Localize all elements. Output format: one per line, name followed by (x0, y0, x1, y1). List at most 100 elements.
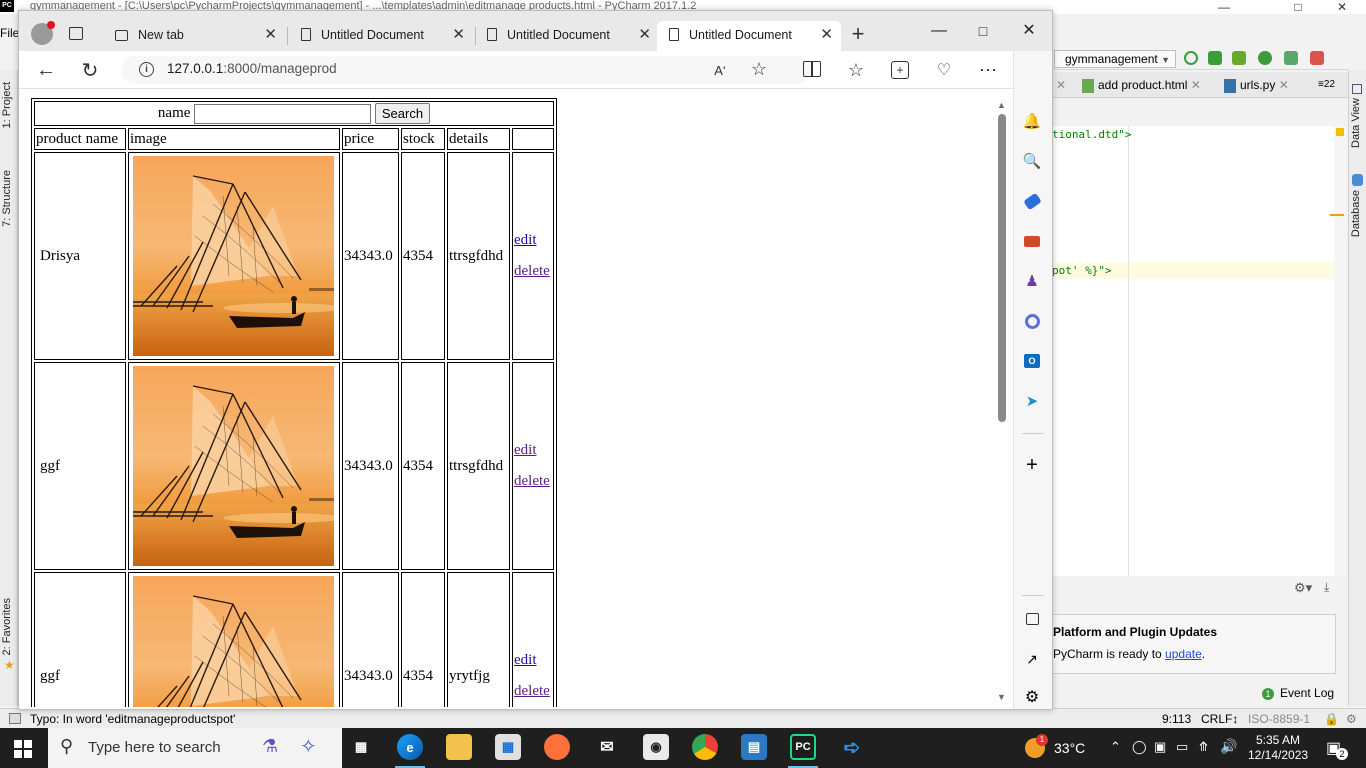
read-aloud-icon[interactable]: A‘ (711, 61, 729, 79)
database-tool-button[interactable]: Database (1350, 190, 1362, 237)
run-config-select[interactable]: gymmanagement ▼ (1054, 50, 1176, 68)
edge-close-button[interactable]: ✕ (1009, 17, 1049, 45)
feather-app-icon[interactable]: ➪ (839, 734, 865, 760)
tray-app-icon[interactable]: ◯ (1132, 739, 1147, 755)
microsoft-365-icon[interactable] (1022, 311, 1042, 331)
favorites-tool-button[interactable]: 2: Favorites (1, 598, 13, 655)
windows-start-icon[interactable] (14, 740, 32, 758)
editor-tab-add-product[interactable]: add product.html ✕ (1082, 76, 1201, 96)
hide-sidebar-icon[interactable] (1022, 609, 1042, 629)
clock[interactable]: 5:35 AM 12/14/2023 (1248, 733, 1308, 763)
close-tab-icon[interactable]: ✕ (264, 21, 277, 49)
close-tab-icon[interactable]: ✕ (820, 21, 833, 49)
search-button[interactable]: Search (374, 103, 431, 124)
code-editor[interactable]: tional.dtd"> pot' %}"> (1052, 126, 1334, 576)
data-view-tool-button[interactable]: Data View (1350, 98, 1362, 148)
back-arrow-icon[interactable]: ← (35, 59, 57, 81)
external-link-icon[interactable]: ↗ (1022, 649, 1042, 669)
profile-avatar-icon[interactable] (31, 21, 55, 45)
weather-temperature[interactable]: 33°C (1054, 740, 1085, 756)
more-options-icon[interactable]: ⋯ (977, 59, 999, 81)
chrome-icon[interactable] (692, 734, 718, 760)
sidebar-settings-gear-icon[interactable]: ⚙ (1022, 687, 1042, 707)
browser-tab-untitled-active[interactable]: Untitled Document ✕ (657, 21, 841, 51)
gear-icon[interactable]: ⚙▾ (1294, 580, 1312, 596)
site-info-icon[interactable]: i (139, 62, 154, 77)
task-view-icon[interactable]: ▦ (348, 734, 374, 760)
favorite-star-icon[interactable]: ☆ (749, 59, 769, 79)
chevron-up-icon[interactable]: ⌃ (1110, 739, 1121, 755)
hide-panel-icon[interactable]: ⤓ (1324, 580, 1329, 595)
close-icon[interactable]: ✕ (1191, 78, 1201, 92)
step-icon[interactable] (1284, 51, 1298, 65)
games-icon[interactable]: ♟ (1022, 271, 1042, 291)
browser-tab-untitled-2[interactable]: Untitled Document ✕ (475, 21, 659, 51)
scroll-up-icon[interactable]: ▲ (997, 100, 1006, 110)
taskbar-search-box[interactable]: ⚲ Type here to search ⚗ ✧ (48, 728, 342, 768)
microsoft-store-icon[interactable]: ▦ (495, 734, 521, 760)
notifications-bell-icon[interactable]: 🔔 (1022, 111, 1042, 131)
caret-position[interactable]: 9:113 (1162, 712, 1191, 726)
project-tool-button[interactable]: 1: Project (1, 82, 13, 128)
split-screen-icon[interactable] (803, 61, 821, 77)
editor-scrollbar[interactable] (1330, 126, 1346, 576)
edge-taskbar-icon[interactable]: e (397, 734, 423, 760)
pycharm-minimize-button[interactable]: — (1212, 0, 1236, 14)
debug-icon[interactable] (1208, 51, 1222, 65)
edit-link[interactable]: edit (514, 232, 552, 249)
coverage-icon[interactable] (1232, 51, 1246, 65)
delete-link[interactable]: delete (514, 263, 552, 280)
close-tab-icon[interactable]: ✕ (452, 21, 465, 49)
page-scrollbar[interactable]: ▲ ▼ (995, 98, 1009, 707)
edge-maximize-button[interactable]: □ (963, 17, 1003, 45)
pycharm-close-button[interactable]: ✕ (1330, 0, 1354, 14)
file-encoding[interactable]: ISO-8859-1 (1248, 712, 1310, 726)
delete-link[interactable]: delete (514, 473, 552, 490)
refresh-icon[interactable]: ↻ (79, 59, 101, 82)
lock-icon[interactable]: 🔒 (1324, 712, 1339, 726)
wifi-icon[interactable]: ⤊ (1198, 739, 1209, 755)
edit-link[interactable]: edit (514, 652, 552, 669)
close-tab-icon[interactable]: ✕ (638, 21, 651, 49)
camera-icon[interactable]: ◉ (643, 734, 669, 760)
pycharm-menu-file[interactable]: File (0, 26, 18, 43)
scroll-down-icon[interactable]: ▼ (997, 692, 1006, 702)
stop-icon[interactable] (1310, 51, 1324, 65)
line-separator[interactable]: CRLF↕ (1201, 712, 1238, 726)
browser-tab-untitled-1[interactable]: Untitled Document ✕ (289, 21, 473, 51)
tab-actions-icon[interactable] (69, 27, 83, 40)
tab-close-icon[interactable]: ✕ (1056, 76, 1066, 96)
edit-link[interactable]: edit (514, 442, 552, 459)
structure-tool-button[interactable]: 7: Structure (1, 170, 13, 227)
scrollbar-thumb[interactable] (998, 114, 1006, 422)
drop-send-icon[interactable]: ➤ (1022, 391, 1042, 411)
shopping-tag-icon[interactable] (1022, 191, 1042, 211)
firefox-icon[interactable] (544, 734, 570, 760)
update-link[interactable]: update (1165, 647, 1202, 661)
delete-link[interactable]: delete (514, 683, 552, 700)
word-app-icon[interactable]: ▤ (741, 734, 767, 760)
file-explorer-icon[interactable] (446, 734, 472, 760)
pycharm-maximize-button[interactable]: □ (1286, 0, 1310, 14)
collections-icon[interactable]: + (891, 61, 909, 79)
pycharm-taskbar-icon[interactable]: PC (790, 734, 816, 760)
event-log-button[interactable]: 1 Event Log (1262, 686, 1334, 700)
edge-minimize-button[interactable]: — (919, 17, 959, 45)
tab-overflow-button[interactable]: ≡22 (1318, 76, 1335, 96)
meet-now-icon[interactable]: ▣ (1154, 739, 1166, 755)
favorites-icon[interactable]: ☆ (845, 59, 867, 81)
add-sidebar-app-icon[interactable]: + (1022, 454, 1042, 476)
rerun-icon[interactable] (1184, 51, 1198, 65)
mail-icon[interactable]: ✉ (594, 734, 620, 760)
search-input[interactable] (194, 103, 372, 124)
inspector-icon[interactable]: ⚙ (1346, 712, 1357, 726)
volume-icon[interactable]: 🔊 (1220, 738, 1237, 755)
browser-essentials-icon[interactable]: ♡ (933, 59, 955, 81)
search-icon[interactable]: 🔍 (1022, 151, 1042, 171)
new-tab-plus-icon[interactable]: + (847, 21, 869, 46)
editor-tab-urls[interactable]: urls.py ✕ (1224, 76, 1289, 96)
run-icon[interactable] (1258, 51, 1272, 65)
battery-icon[interactable]: ▭ (1176, 739, 1188, 755)
address-bar[interactable]: i 127.0.0.1:8000/manageprod A‘ ☆ (121, 56, 811, 84)
outlook-icon[interactable]: O (1022, 351, 1042, 371)
